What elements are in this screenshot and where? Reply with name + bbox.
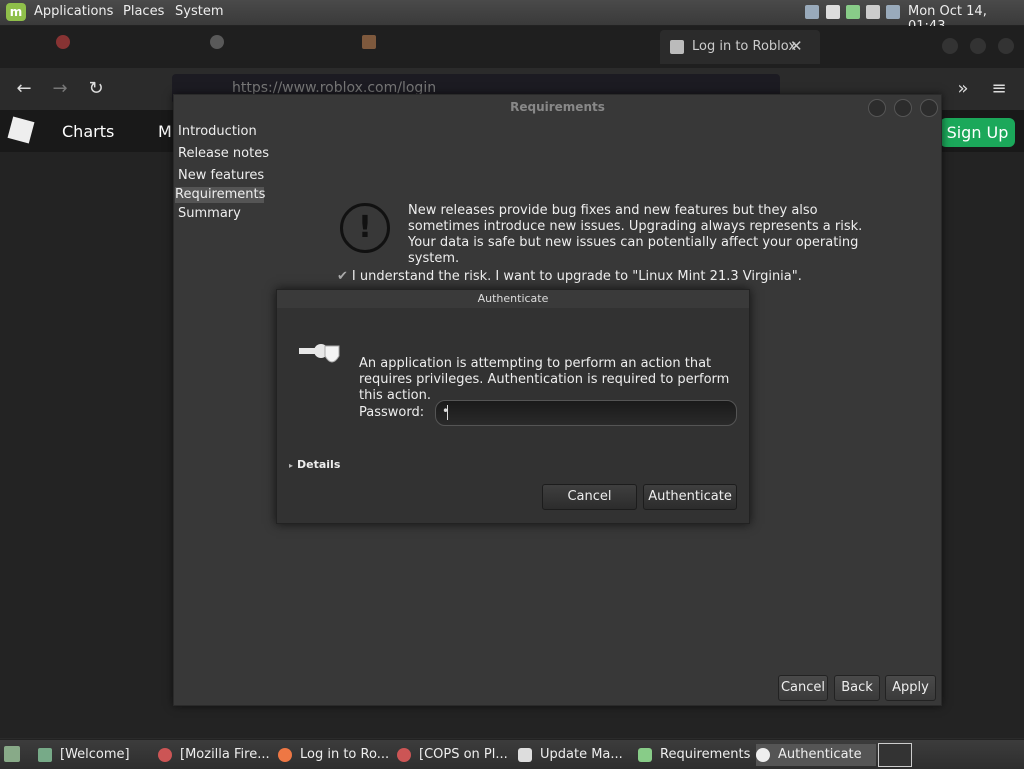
mint-menu-icon[interactable]: m bbox=[6, 3, 26, 21]
warning-icon: ! bbox=[340, 203, 390, 253]
minimize-icon[interactable] bbox=[868, 99, 886, 117]
cancel-button[interactable]: Cancel bbox=[778, 675, 828, 701]
details-label: Details bbox=[297, 458, 341, 471]
update-alert-icon[interactable] bbox=[826, 5, 840, 19]
key-shield-icon bbox=[299, 344, 340, 363]
shield-icon bbox=[638, 747, 652, 762]
roblox-favicon-icon bbox=[670, 40, 684, 54]
back-arrow-icon[interactable]: ← bbox=[13, 78, 35, 100]
taskbar-item-label: [Welcome] bbox=[60, 747, 130, 762]
close-window-icon[interactable] bbox=[998, 38, 1014, 54]
taskbar-item-authenticate[interactable]: Authenticate bbox=[756, 744, 876, 766]
taskbar-item-label: Update Ma... bbox=[540, 747, 623, 762]
authenticate-button[interactable]: Authenticate bbox=[643, 484, 737, 510]
network-icon[interactable] bbox=[805, 5, 819, 19]
hamburger-menu-icon[interactable]: ≡ bbox=[988, 78, 1010, 100]
shield-icon[interactable] bbox=[846, 5, 860, 19]
sidebar-item-introduction[interactable]: Introduction bbox=[178, 124, 257, 139]
browser-tab-bar bbox=[0, 26, 1024, 68]
taskbar-item-roblox-login[interactable]: Log in to Ro... bbox=[278, 744, 389, 766]
firefox-icon bbox=[158, 747, 172, 762]
taskbar-item-label: [COPS on Pl... bbox=[419, 747, 508, 762]
workspace-switcher-icon[interactable] bbox=[878, 743, 912, 767]
key-icon bbox=[756, 747, 770, 762]
more-tools-icon[interactable]: » bbox=[952, 78, 974, 100]
sidebar-item-release-notes[interactable]: Release notes bbox=[178, 146, 269, 161]
browser-tab[interactable] bbox=[56, 34, 78, 60]
details-expander[interactable]: ▸ Details bbox=[289, 458, 340, 471]
bottom-panel: [Welcome] [Mozilla Fire... Log in to Ro.… bbox=[0, 739, 1024, 769]
taskbar-item-update-manager[interactable]: Update Ma... bbox=[518, 744, 623, 766]
firefox-icon bbox=[278, 747, 292, 762]
display-icon[interactable] bbox=[886, 5, 900, 19]
roblox-logo-icon[interactable] bbox=[7, 116, 35, 144]
risk-checkbox-label: I understand the risk. I want to upgrade… bbox=[351, 269, 802, 284]
expander-arrow-icon: ▸ bbox=[289, 461, 294, 470]
top-panel: m Applications Places System Mon Oct 14,… bbox=[0, 0, 1024, 34]
warning-text: New releases provide bug fixes and new f… bbox=[408, 203, 863, 266]
window-title: Requirements bbox=[510, 100, 605, 114]
authenticate-dialog: Authenticate An application is attemptin… bbox=[276, 289, 750, 524]
taskbar-item-cops[interactable]: [COPS on Pl... bbox=[397, 744, 508, 766]
back-button[interactable]: Back bbox=[834, 675, 880, 701]
sidebar-item-summary[interactable]: Summary bbox=[178, 206, 241, 221]
checkbox-checked-icon[interactable]: ✔ bbox=[337, 269, 348, 284]
active-browser-tab[interactable]: Log in to Roblox ✕ bbox=[660, 30, 820, 64]
risk-checkbox-row[interactable]: ✔ I understand the risk. I want to upgrad… bbox=[337, 269, 802, 284]
browser-tab[interactable] bbox=[210, 34, 232, 60]
firefox-icon bbox=[397, 747, 411, 762]
menu-system[interactable]: System bbox=[175, 4, 223, 19]
sign-up-button[interactable]: Sign Up bbox=[940, 118, 1015, 147]
close-tab-icon[interactable]: ✕ bbox=[790, 37, 803, 55]
maximize-icon[interactable] bbox=[894, 99, 912, 117]
forward-arrow-icon[interactable]: → bbox=[49, 78, 71, 100]
password-label: Password: bbox=[359, 405, 425, 420]
nav-charts[interactable]: Charts bbox=[62, 122, 114, 141]
tab-favicon-icon bbox=[362, 34, 376, 49]
taskbar-item-firefox[interactable]: [Mozilla Fire... bbox=[158, 744, 270, 766]
taskbar-item-requirements[interactable]: Requirements bbox=[638, 744, 750, 766]
text-cursor bbox=[447, 405, 448, 420]
shield-icon bbox=[518, 747, 532, 762]
sidebar-item-requirements[interactable]: Requirements bbox=[175, 187, 265, 202]
close-window-icon[interactable] bbox=[920, 99, 938, 117]
menu-applications[interactable]: Applications bbox=[34, 4, 113, 19]
taskbar-item-label: Authenticate bbox=[778, 747, 862, 762]
nav-marketplace[interactable]: M bbox=[158, 122, 172, 141]
dialog-title: Authenticate bbox=[277, 290, 749, 308]
reload-icon[interactable]: ↻ bbox=[85, 78, 107, 100]
volume-icon[interactable] bbox=[866, 5, 880, 19]
password-field[interactable]: • bbox=[435, 400, 737, 426]
password-value: • bbox=[442, 404, 450, 418]
auth-message: An application is attempting to perform … bbox=[359, 356, 730, 403]
menu-places[interactable]: Places bbox=[123, 4, 164, 19]
chrome-favicon-icon bbox=[56, 34, 70, 49]
maximize-icon[interactable] bbox=[970, 38, 986, 54]
taskbar-item-label: Requirements bbox=[660, 747, 751, 762]
welcome-app-icon bbox=[38, 747, 52, 762]
sidebar-item-new-features[interactable]: New features bbox=[178, 168, 264, 183]
tab-favicon-icon bbox=[210, 34, 224, 49]
taskbar-item-label: [Mozilla Fire... bbox=[180, 747, 270, 762]
apply-button[interactable]: Apply bbox=[885, 675, 936, 701]
browser-tab[interactable] bbox=[362, 34, 384, 60]
show-desktop-icon[interactable] bbox=[4, 746, 20, 762]
minimize-icon[interactable] bbox=[942, 38, 958, 54]
auth-cancel-button[interactable]: Cancel bbox=[542, 484, 637, 510]
taskbar-item-label: Log in to Ro... bbox=[300, 747, 390, 762]
taskbar-item-welcome[interactable]: [Welcome] bbox=[38, 744, 130, 766]
active-tab-title: Log in to Roblox bbox=[692, 39, 797, 54]
